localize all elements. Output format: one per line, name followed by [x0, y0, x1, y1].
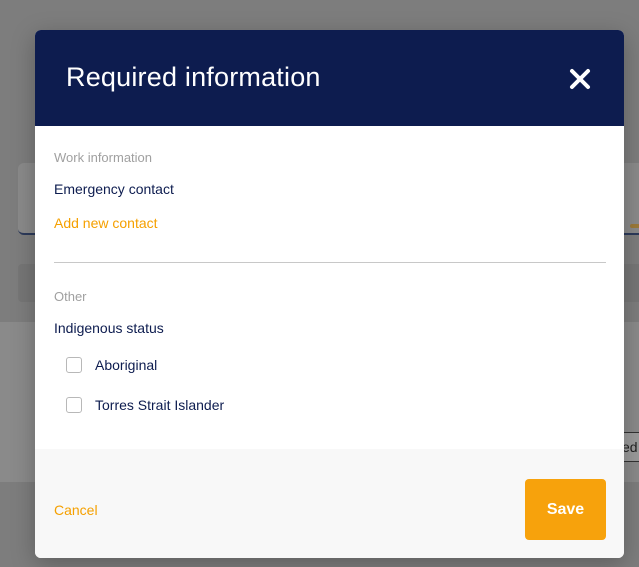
close-button[interactable]	[567, 66, 593, 92]
required-information-dialog: Required information Work information Em…	[35, 30, 624, 558]
work-information-heading: Work information	[54, 150, 153, 165]
close-icon	[570, 69, 590, 89]
checkbox-label: Aboriginal	[95, 357, 158, 373]
section-divider	[54, 262, 606, 263]
dialog-body: Work information Emergency contact Add n…	[35, 126, 624, 449]
save-button[interactable]: Save	[525, 479, 606, 540]
dialog-footer: Cancel Save	[35, 449, 624, 558]
checkbox-torres-strait-islander[interactable]: Torres Strait Islander	[66, 397, 224, 413]
checkbox-label: Torres Strait Islander	[95, 397, 225, 413]
dialog-header: Required information	[35, 30, 624, 126]
checkbox-box[interactable]	[66, 397, 82, 413]
emergency-contact-label: Emergency contact	[54, 181, 174, 197]
indigenous-status-label: Indigenous status	[54, 320, 164, 336]
checkbox-aboriginal[interactable]: Aboriginal	[66, 357, 157, 373]
other-heading: Other	[54, 289, 87, 304]
background-accent	[630, 224, 639, 228]
add-new-contact-link[interactable]: Add new contact	[54, 215, 158, 231]
checkbox-box[interactable]	[66, 357, 82, 373]
cancel-button[interactable]: Cancel	[54, 502, 98, 518]
dialog-title: Required information	[66, 62, 321, 92]
